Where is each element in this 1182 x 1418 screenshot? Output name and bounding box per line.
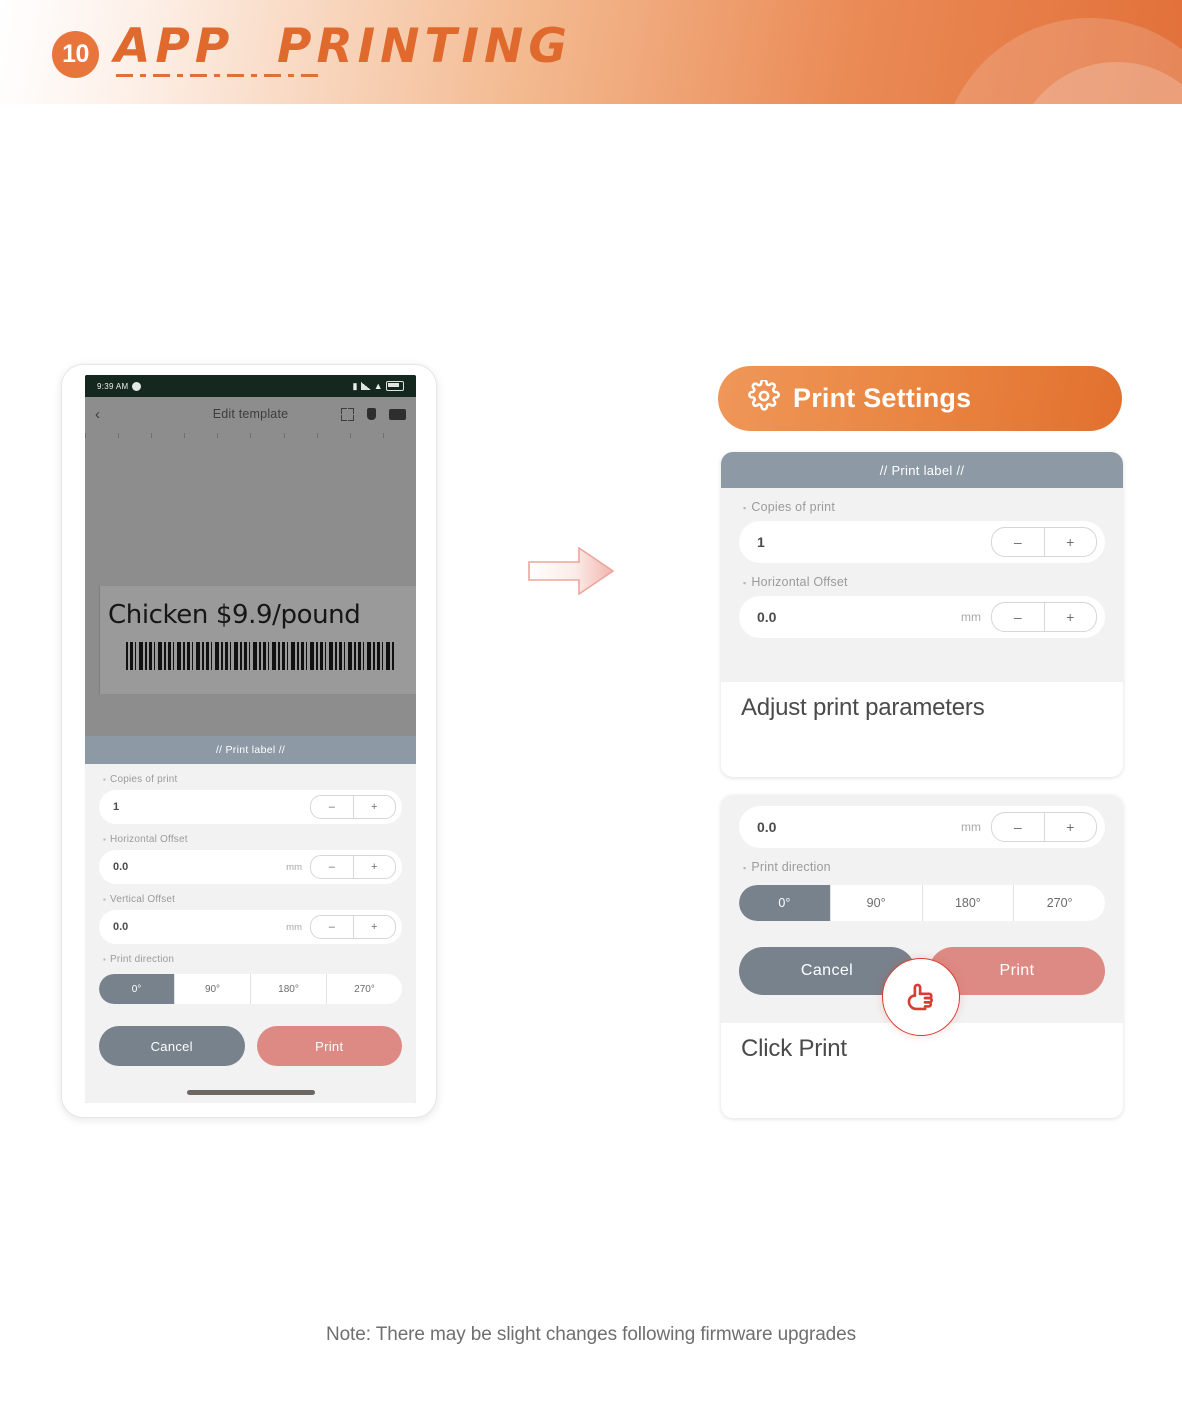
field-row-vertical-offset[interactable]: 0.0 mm – + (99, 910, 402, 944)
status-bar-right: ▮ ▲ (353, 381, 404, 392)
label-preview-text: Chicken $9.9/pound (108, 600, 361, 630)
title-underline-dashes (116, 74, 324, 77)
copies-value[interactable]: 1 (113, 801, 310, 813)
phone-status-bar: 9:39 AM ▮ ▲ (85, 375, 416, 397)
camera-dot-icon (132, 381, 142, 391)
card-b-direction-option-180[interactable]: 180° (923, 885, 1015, 921)
label-preview[interactable]: Chicken $9.9/pound (99, 586, 416, 694)
card-b-label-print-direction: Print direction (721, 848, 1123, 881)
card-b-direction-option-90[interactable]: 90° (831, 885, 923, 921)
cancel-button[interactable]: Cancel (99, 1026, 245, 1066)
sim-icon: ▮ (352, 380, 358, 391)
card-a-copies-plus-button[interactable]: + (1045, 528, 1097, 556)
vertical-offset-minus-button[interactable]: – (311, 916, 354, 938)
pointing-hand-icon (882, 958, 960, 1036)
print-settings-pill-label: Print Settings (793, 383, 972, 413)
horizontal-offset-plus-button[interactable]: + (354, 856, 396, 878)
card-a-caption: Adjust print parameters (741, 694, 985, 721)
direction-option-180[interactable]: 180° (251, 974, 327, 1004)
field-label-vertical-offset: Vertical Offset (85, 884, 416, 910)
card-b-direction-option-270[interactable]: 270° (1014, 885, 1105, 921)
card-a-heading: // Print label // (721, 452, 1123, 488)
card-a-horizontal-offset-unit: mm (961, 610, 981, 624)
direction-option-270[interactable]: 270° (327, 974, 402, 1004)
print-icon[interactable] (389, 408, 406, 420)
wifi-icon: ▲ (373, 380, 383, 391)
right-arrow-icon (527, 545, 615, 597)
field-row-horizontal-offset[interactable]: 0.0 mm – + (99, 850, 402, 884)
vertical-offset-value[interactable]: 0.0 (113, 921, 286, 933)
card-a-copies-value[interactable]: 1 (757, 534, 991, 550)
card-b-direction-option-0[interactable]: 0° (739, 885, 831, 921)
card-b-offset-plus-button[interactable]: + (1045, 813, 1097, 841)
vertical-offset-unit: mm (286, 921, 302, 933)
print-settings-pill: Print Settings (718, 366, 1122, 431)
app-bar-actions (341, 397, 406, 431)
page-header: 10 APP PRINTING (0, 0, 1182, 104)
direction-option-0[interactable]: 0° (99, 974, 175, 1004)
card-a-row-horizontal-offset[interactable]: 0.0 mm – + (739, 596, 1105, 638)
card-a-horizontal-offset-stepper[interactable]: – + (991, 602, 1097, 632)
card-a-horizontal-offset-minus-button[interactable]: – (992, 603, 1045, 631)
canvas-ruler (85, 433, 416, 441)
template-canvas[interactable]: Chicken $9.9/pound (85, 431, 416, 736)
field-label-horizontal-offset: Horizontal Offset (85, 824, 416, 850)
card-a-row-copies[interactable]: 1 – + (739, 521, 1105, 563)
card-b-offset-value[interactable]: 0.0 (757, 819, 961, 835)
print-button[interactable]: Print (256, 1026, 402, 1066)
copies-plus-button[interactable]: + (354, 796, 396, 818)
detail-card-click-print: x 0.0 mm – + Print direction 0° 90° 180°… (721, 795, 1123, 1118)
card-a-horizontal-offset-value[interactable]: 0.0 (757, 609, 961, 625)
horizontal-offset-unit: mm (286, 861, 302, 873)
card-b-offset-unit: mm (961, 820, 981, 834)
card-b-row-vertical-offset[interactable]: 0.0 mm – + (739, 806, 1105, 848)
vertical-offset-plus-button[interactable]: + (354, 916, 396, 938)
phone-mockup: 9:39 AM ▮ ▲ ‹ Edit template Chicken $9.9… (61, 364, 437, 1118)
print-settings-sheet: // Print label // Copies of print 1 – + … (85, 736, 416, 1103)
print-direction-segmented-control[interactable]: 0° 90° 180° 270° (99, 974, 402, 1004)
save-icon[interactable] (367, 408, 376, 420)
status-time: 9:39 AM (97, 381, 129, 391)
field-row-copies[interactable]: 1 – + (99, 790, 402, 824)
battery-icon (386, 381, 404, 391)
horizontal-offset-value[interactable]: 0.0 (113, 861, 286, 873)
direction-option-90[interactable]: 90° (175, 974, 251, 1004)
phone-app-bar: ‹ Edit template (85, 397, 416, 431)
signal-icon (360, 382, 371, 390)
home-indicator (186, 1090, 315, 1095)
vertical-offset-stepper[interactable]: – + (310, 915, 396, 939)
card-b-offset-minus-button[interactable]: – (992, 813, 1045, 841)
page-title: APP PRINTING (114, 19, 572, 74)
status-bar-left: 9:39 AM (97, 381, 142, 391)
footer-note: Note: There may be slight changes follow… (0, 1324, 1182, 1346)
card-b-offset-stepper[interactable]: – + (991, 812, 1097, 842)
expand-icon[interactable] (341, 407, 354, 421)
card-a-label-horizontal-offset: Horizontal Offset (721, 563, 1123, 596)
sheet-button-row: Cancel Print (99, 1026, 402, 1066)
horizontal-offset-stepper[interactable]: – + (310, 855, 396, 879)
field-label-copies: Copies of print (85, 764, 416, 790)
detail-card-adjust-parameters: // Print label // Copies of print 1 – + … (721, 452, 1123, 777)
gear-icon (748, 378, 780, 417)
card-a-horizontal-offset-plus-button[interactable]: + (1045, 603, 1097, 631)
phone-screen: 9:39 AM ▮ ▲ ‹ Edit template Chicken $9.9… (85, 375, 416, 1103)
card-a-label-copies: Copies of print (721, 488, 1123, 521)
card-b-print-direction-segmented-control[interactable]: 0° 90° 180° 270° (739, 885, 1105, 921)
footer-note-text: Note: There may be slight changes follow… (325, 1324, 857, 1345)
section-number-badge: 10 (52, 31, 99, 78)
field-label-print-direction: Print direction (85, 944, 416, 970)
card-a-screenshot-crop: // Print label // Copies of print 1 – + … (721, 452, 1123, 682)
card-a-crop-inner: // Print label // Copies of print 1 – + … (721, 452, 1123, 638)
horizontal-offset-minus-button[interactable]: – (311, 856, 354, 878)
barcode-image (126, 642, 396, 670)
copies-stepper[interactable]: – + (310, 795, 396, 819)
copies-minus-button[interactable]: – (311, 796, 354, 818)
sheet-heading: // Print label // (85, 736, 416, 764)
card-a-copies-stepper[interactable]: – + (991, 527, 1097, 557)
card-a-copies-minus-button[interactable]: – (992, 528, 1045, 556)
